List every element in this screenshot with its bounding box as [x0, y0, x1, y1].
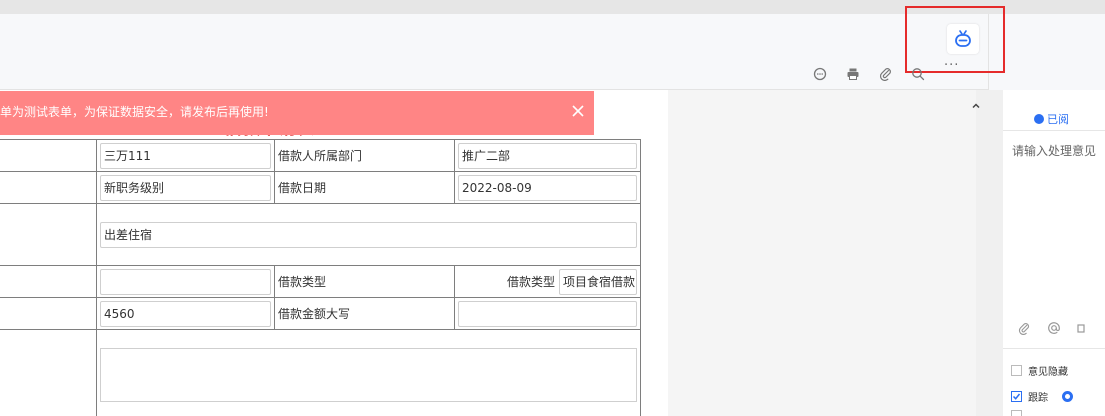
table-cell: 借款人所属部门: [274, 139, 455, 172]
table-row: 借款类型 借款类型 项目食宿借款: [0, 265, 641, 298]
dept-label: 借款人所属部门: [278, 149, 363, 163]
table-row: 出差住宿: [0, 203, 641, 266]
table-cell: [0, 265, 97, 298]
attachment-icon[interactable]: [878, 66, 894, 82]
tab-divider: [1003, 130, 1105, 131]
table-cell: [0, 297, 97, 330]
table-cell: [454, 297, 641, 330]
alert-message: 单为测试表单，为保证数据安全，请发布后再使用!: [0, 105, 269, 119]
amount-upper-label: 借款金额大写: [278, 307, 351, 321]
table-cell: [0, 329, 97, 416]
comment-icon[interactable]: [812, 66, 828, 82]
loan-date-label: 借款日期: [278, 181, 327, 195]
document-margin: [668, 90, 976, 416]
table-cell: 借款日期: [274, 171, 455, 204]
right-panel-header: [988, 14, 1105, 90]
table-cell: [0, 203, 97, 266]
opinion-input[interactable]: 请输入处理意见: [1012, 142, 1096, 159]
table-cell: [0, 139, 97, 172]
applicant-field[interactable]: 三万111: [100, 142, 271, 169]
loan-date-field[interactable]: 2022-08-09: [458, 174, 637, 201]
table-cell: 2022-08-09: [454, 171, 641, 204]
panel-gap: [988, 90, 1003, 416]
more-icon[interactable]: ···: [944, 58, 959, 73]
table-row: [0, 329, 641, 416]
loan-type-inline-label: 借款类型: [506, 275, 555, 289]
scrollbar-track[interactable]: [976, 90, 988, 416]
table-cell: 新职务级别: [96, 171, 275, 204]
table-cell: 借款金额大写: [274, 297, 455, 330]
loan-type-select[interactable]: 项目食宿借款: [559, 268, 637, 295]
mention-icon[interactable]: [1047, 321, 1061, 335]
hide-opinion-option[interactable]: 意见隐藏: [1011, 363, 1068, 378]
amount-upper-field[interactable]: [458, 300, 637, 327]
track-checkbox[interactable]: [1011, 391, 1022, 402]
table-cell: 出差住宿: [96, 203, 641, 266]
table-cell: [96, 265, 275, 298]
check-icon: [1012, 393, 1021, 400]
scroll-up-icon[interactable]: [971, 100, 981, 110]
table-cell: 借款类型: [274, 265, 455, 298]
table-cell: 推广二部: [454, 139, 641, 172]
loan-reason-field[interactable]: 出差住宿: [100, 221, 637, 248]
tab-read[interactable]: 已阅: [1034, 111, 1069, 127]
panel-divider: [1003, 348, 1105, 349]
tab-read-label: 已阅: [1047, 113, 1069, 126]
zoom-icon[interactable]: [910, 66, 926, 82]
close-icon[interactable]: [568, 101, 588, 121]
track-label: 跟踪: [1028, 393, 1048, 404]
track-option[interactable]: 跟踪: [1011, 389, 1073, 404]
loan-type-pair: 借款类型 项目食宿借款: [458, 268, 637, 295]
table-cell: 借款类型 项目食宿借款: [454, 265, 641, 298]
read-icon: [1034, 114, 1044, 124]
track-all-radio[interactable]: [1062, 391, 1073, 402]
extra-option[interactable]: [1011, 410, 1022, 416]
table-cell: [96, 329, 641, 416]
dept-field[interactable]: 推广二部: [458, 142, 637, 169]
hide-opinion-checkbox[interactable]: [1011, 365, 1022, 376]
table-cell: 4560: [96, 297, 275, 330]
table-row: 三万111 借款人所属部门 推广二部: [0, 139, 641, 172]
position-level-field[interactable]: 新职务级别: [100, 174, 271, 201]
form-header: [0, 14, 988, 90]
table-cell: 三万111: [96, 139, 275, 172]
table-row: 4560 借款金额大写: [0, 297, 641, 330]
test-form-alert: 单为测试表单，为保证数据安全，请发布后再使用!: [0, 91, 594, 135]
hide-opinion-label: 意见隐藏: [1028, 367, 1068, 378]
loan-type-label: 借款类型: [278, 275, 327, 289]
remarks-field[interactable]: [100, 347, 637, 402]
loan-form-table: 三万111 借款人所属部门 推广二部 新职务级别 借款日期 2022-08-09…: [0, 139, 641, 416]
extra-checkbox[interactable]: [1011, 410, 1022, 416]
opinion-attachment-icon[interactable]: [1018, 322, 1031, 335]
emoji-icon[interactable]: [1077, 322, 1085, 335]
empty-field[interactable]: [100, 268, 271, 295]
table-row: 新职务级别 借款日期 2022-08-09: [0, 171, 641, 204]
table-cell: [0, 171, 97, 204]
print-icon[interactable]: [845, 66, 861, 82]
loan-amount-field[interactable]: 4560: [100, 300, 271, 327]
opinion-tools: [1018, 321, 1085, 335]
